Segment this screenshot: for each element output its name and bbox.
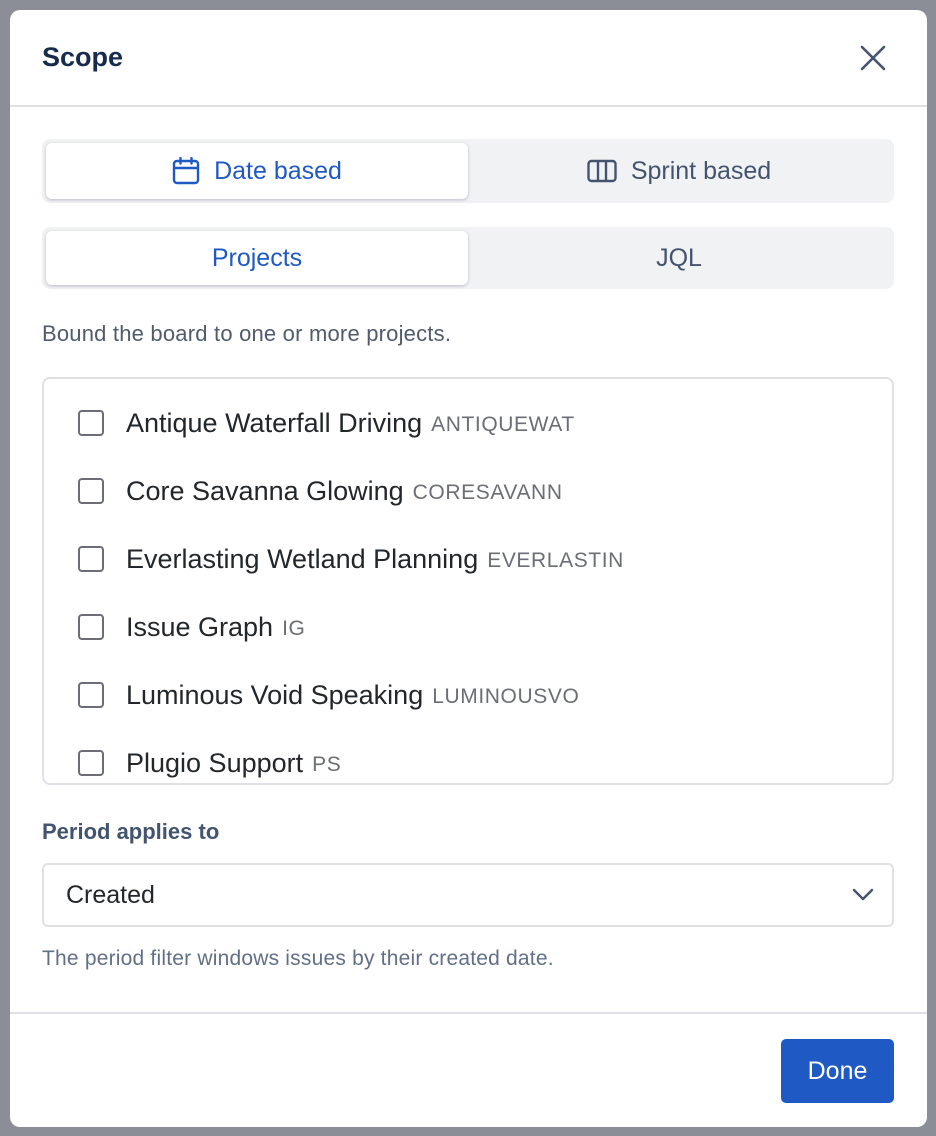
project-key: CORESAVANN: [412, 480, 563, 504]
sprint-based-label: Sprint based: [630, 156, 772, 185]
project-checkbox[interactable]: [78, 478, 104, 504]
list-item[interactable]: Issue Graph IG: [44, 593, 892, 661]
project-list[interactable]: Antique Waterfall Driving ANTIQUEWAT Cor…: [42, 377, 894, 785]
tab-jql[interactable]: JQL: [468, 231, 890, 285]
period-hint: The period filter windows issues by thei…: [42, 947, 554, 970]
list-item[interactable]: Antique Waterfall Driving ANTIQUEWAT: [44, 389, 892, 457]
project-key: EVERLASTIN: [487, 548, 624, 572]
project-name: Issue Graph: [126, 611, 274, 642]
source-toggle: Projects JQL: [42, 227, 894, 289]
project-key: PS: [312, 752, 342, 776]
dialog-footer: Done: [10, 1012, 927, 1127]
list-item[interactable]: Plugio Support PS: [44, 729, 892, 783]
dialog-header: Scope: [10, 10, 927, 107]
close-button[interactable]: [853, 38, 893, 78]
tab-jql-label: JQL: [656, 243, 702, 272]
done-button[interactable]: Done: [781, 1039, 894, 1103]
period-label: Period applies to: [42, 819, 220, 844]
calendar-icon: [172, 157, 200, 185]
tab-projects-label: Projects: [211, 243, 303, 272]
list-item[interactable]: Luminous Void Speaking LUMINOUSVO: [44, 661, 892, 729]
chevron-down-icon: [852, 888, 874, 901]
board-columns-icon: [587, 159, 617, 183]
scope-dialog: Scope Date based Sprint based Projects J…: [10, 10, 927, 1127]
list-item[interactable]: Core Savanna Glowing CORESAVANN: [44, 457, 892, 525]
date-based-label: Date based: [214, 156, 342, 185]
tab-projects[interactable]: Projects: [46, 231, 468, 285]
project-key: LUMINOUSVO: [432, 684, 580, 708]
date-based-option[interactable]: Date based: [46, 143, 468, 199]
dialog-title: Scope: [42, 42, 124, 72]
list-item[interactable]: Everlasting Wetland Planning EVERLASTIN: [44, 525, 892, 593]
project-key: IG: [282, 616, 306, 640]
project-name: Everlasting Wetland Planning: [126, 543, 479, 574]
close-icon: [860, 45, 886, 70]
mode-toggle: Date based Sprint based: [42, 139, 894, 203]
project-checkbox[interactable]: [78, 682, 104, 708]
dialog-body: Date based Sprint based Projects JQL Bou…: [10, 107, 927, 971]
project-name: Antique Waterfall Driving: [126, 407, 423, 438]
project-checkbox[interactable]: [78, 614, 104, 640]
project-checkbox[interactable]: [78, 410, 104, 436]
period-select-value: Created: [66, 880, 155, 909]
project-name: Core Savanna Glowing: [126, 475, 404, 506]
project-name: Luminous Void Speaking: [126, 679, 424, 710]
period-select[interactable]: Created: [42, 863, 894, 927]
project-checkbox[interactable]: [78, 750, 104, 776]
projects-help-text: Bound the board to one or more projects.: [42, 321, 452, 346]
sprint-based-option[interactable]: Sprint based: [468, 143, 890, 199]
project-key: ANTIQUEWAT: [431, 412, 575, 436]
project-checkbox[interactable]: [78, 546, 104, 572]
project-name: Plugio Support: [126, 747, 304, 778]
